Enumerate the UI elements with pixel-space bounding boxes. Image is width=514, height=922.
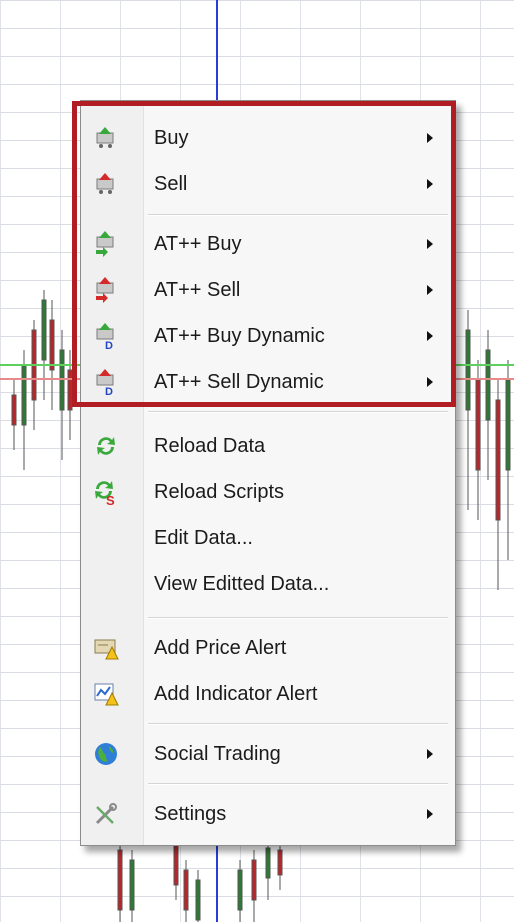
menu-item-add-indicator-alert[interactable]: Add Indicator Alert (81, 673, 455, 715)
submenu-arrow-icon (427, 331, 433, 341)
submenu-arrow-icon (427, 133, 433, 143)
tools-icon (95, 803, 117, 825)
at-buy-icon (96, 231, 114, 257)
menu-item-label: AT++ Sell Dynamic (154, 370, 324, 393)
submenu-arrow-icon (427, 377, 433, 387)
cart-buy-icon (96, 127, 114, 148)
context-menu: Buy Sell AT++ Buy AT++ Sell D AT++ Buy D… (80, 100, 456, 846)
svg-text:D: D (105, 340, 113, 349)
submenu-arrow-icon (427, 809, 433, 819)
menu-item-at-sell[interactable]: AT++ Sell (81, 269, 455, 311)
menu-separator (148, 783, 448, 785)
menu-item-view-edited-data[interactable]: View Editted Data... (81, 563, 455, 605)
menu-separator (148, 723, 448, 725)
reload-scripts-icon: S (95, 481, 115, 505)
menu-item-label: Add Price Alert (154, 636, 287, 659)
at-buy-dynamic-icon: D (96, 323, 114, 349)
menu-item-label: Add Indicator Alert (154, 682, 318, 705)
menu-item-label: Edit Data... (154, 526, 253, 549)
menu-separator (148, 411, 448, 413)
menu-item-label: Buy (154, 126, 189, 149)
svg-text:D: D (105, 386, 113, 395)
menu-item-label: AT++ Buy (154, 232, 242, 255)
menu-separator (148, 214, 448, 216)
indicator-alert-icon (94, 683, 119, 706)
menu-item-label: Settings (154, 802, 227, 825)
svg-text:S: S (106, 493, 115, 505)
menu-item-add-price-alert[interactable]: Add Price Alert (81, 627, 455, 669)
menu-item-label: AT++ Sell (154, 278, 241, 301)
submenu-arrow-icon (427, 285, 433, 295)
menu-item-social-trading[interactable]: Social Trading (81, 733, 455, 775)
submenu-arrow-icon (427, 749, 433, 759)
cart-sell-icon (96, 173, 114, 194)
menu-item-label: Reload Data (154, 434, 266, 457)
menu-item-at-sell-dynamic[interactable]: D AT++ Sell Dynamic (81, 361, 455, 403)
submenu-arrow-icon (427, 239, 433, 249)
menu-item-at-buy-dynamic[interactable]: D AT++ Buy Dynamic (81, 315, 455, 357)
price-alert-icon (94, 639, 119, 660)
menu-item-reload-data[interactable]: Reload Data (81, 425, 455, 467)
menu-item-label: Social Trading (154, 742, 281, 765)
menu-item-edit-data[interactable]: Edit Data... (81, 517, 455, 559)
menu-item-sell[interactable]: Sell (81, 163, 455, 205)
menu-item-buy[interactable]: Buy (81, 117, 455, 159)
menu-item-reload-scripts[interactable]: S Reload Scripts (81, 471, 455, 513)
menu-item-label: AT++ Buy Dynamic (154, 324, 325, 347)
menu-item-at-buy[interactable]: AT++ Buy (81, 223, 455, 265)
at-sell-icon (96, 277, 114, 303)
menu-separator (148, 617, 448, 619)
at-sell-dynamic-icon: D (96, 369, 114, 395)
menu-item-label: Sell (154, 172, 188, 195)
submenu-arrow-icon (427, 179, 433, 189)
menu-item-settings[interactable]: Settings (81, 793, 455, 835)
globe-icon (95, 743, 117, 765)
reload-icon (97, 437, 115, 455)
menu-item-label: View Editted Data... (154, 572, 330, 595)
menu-item-label: Reload Scripts (154, 480, 285, 503)
